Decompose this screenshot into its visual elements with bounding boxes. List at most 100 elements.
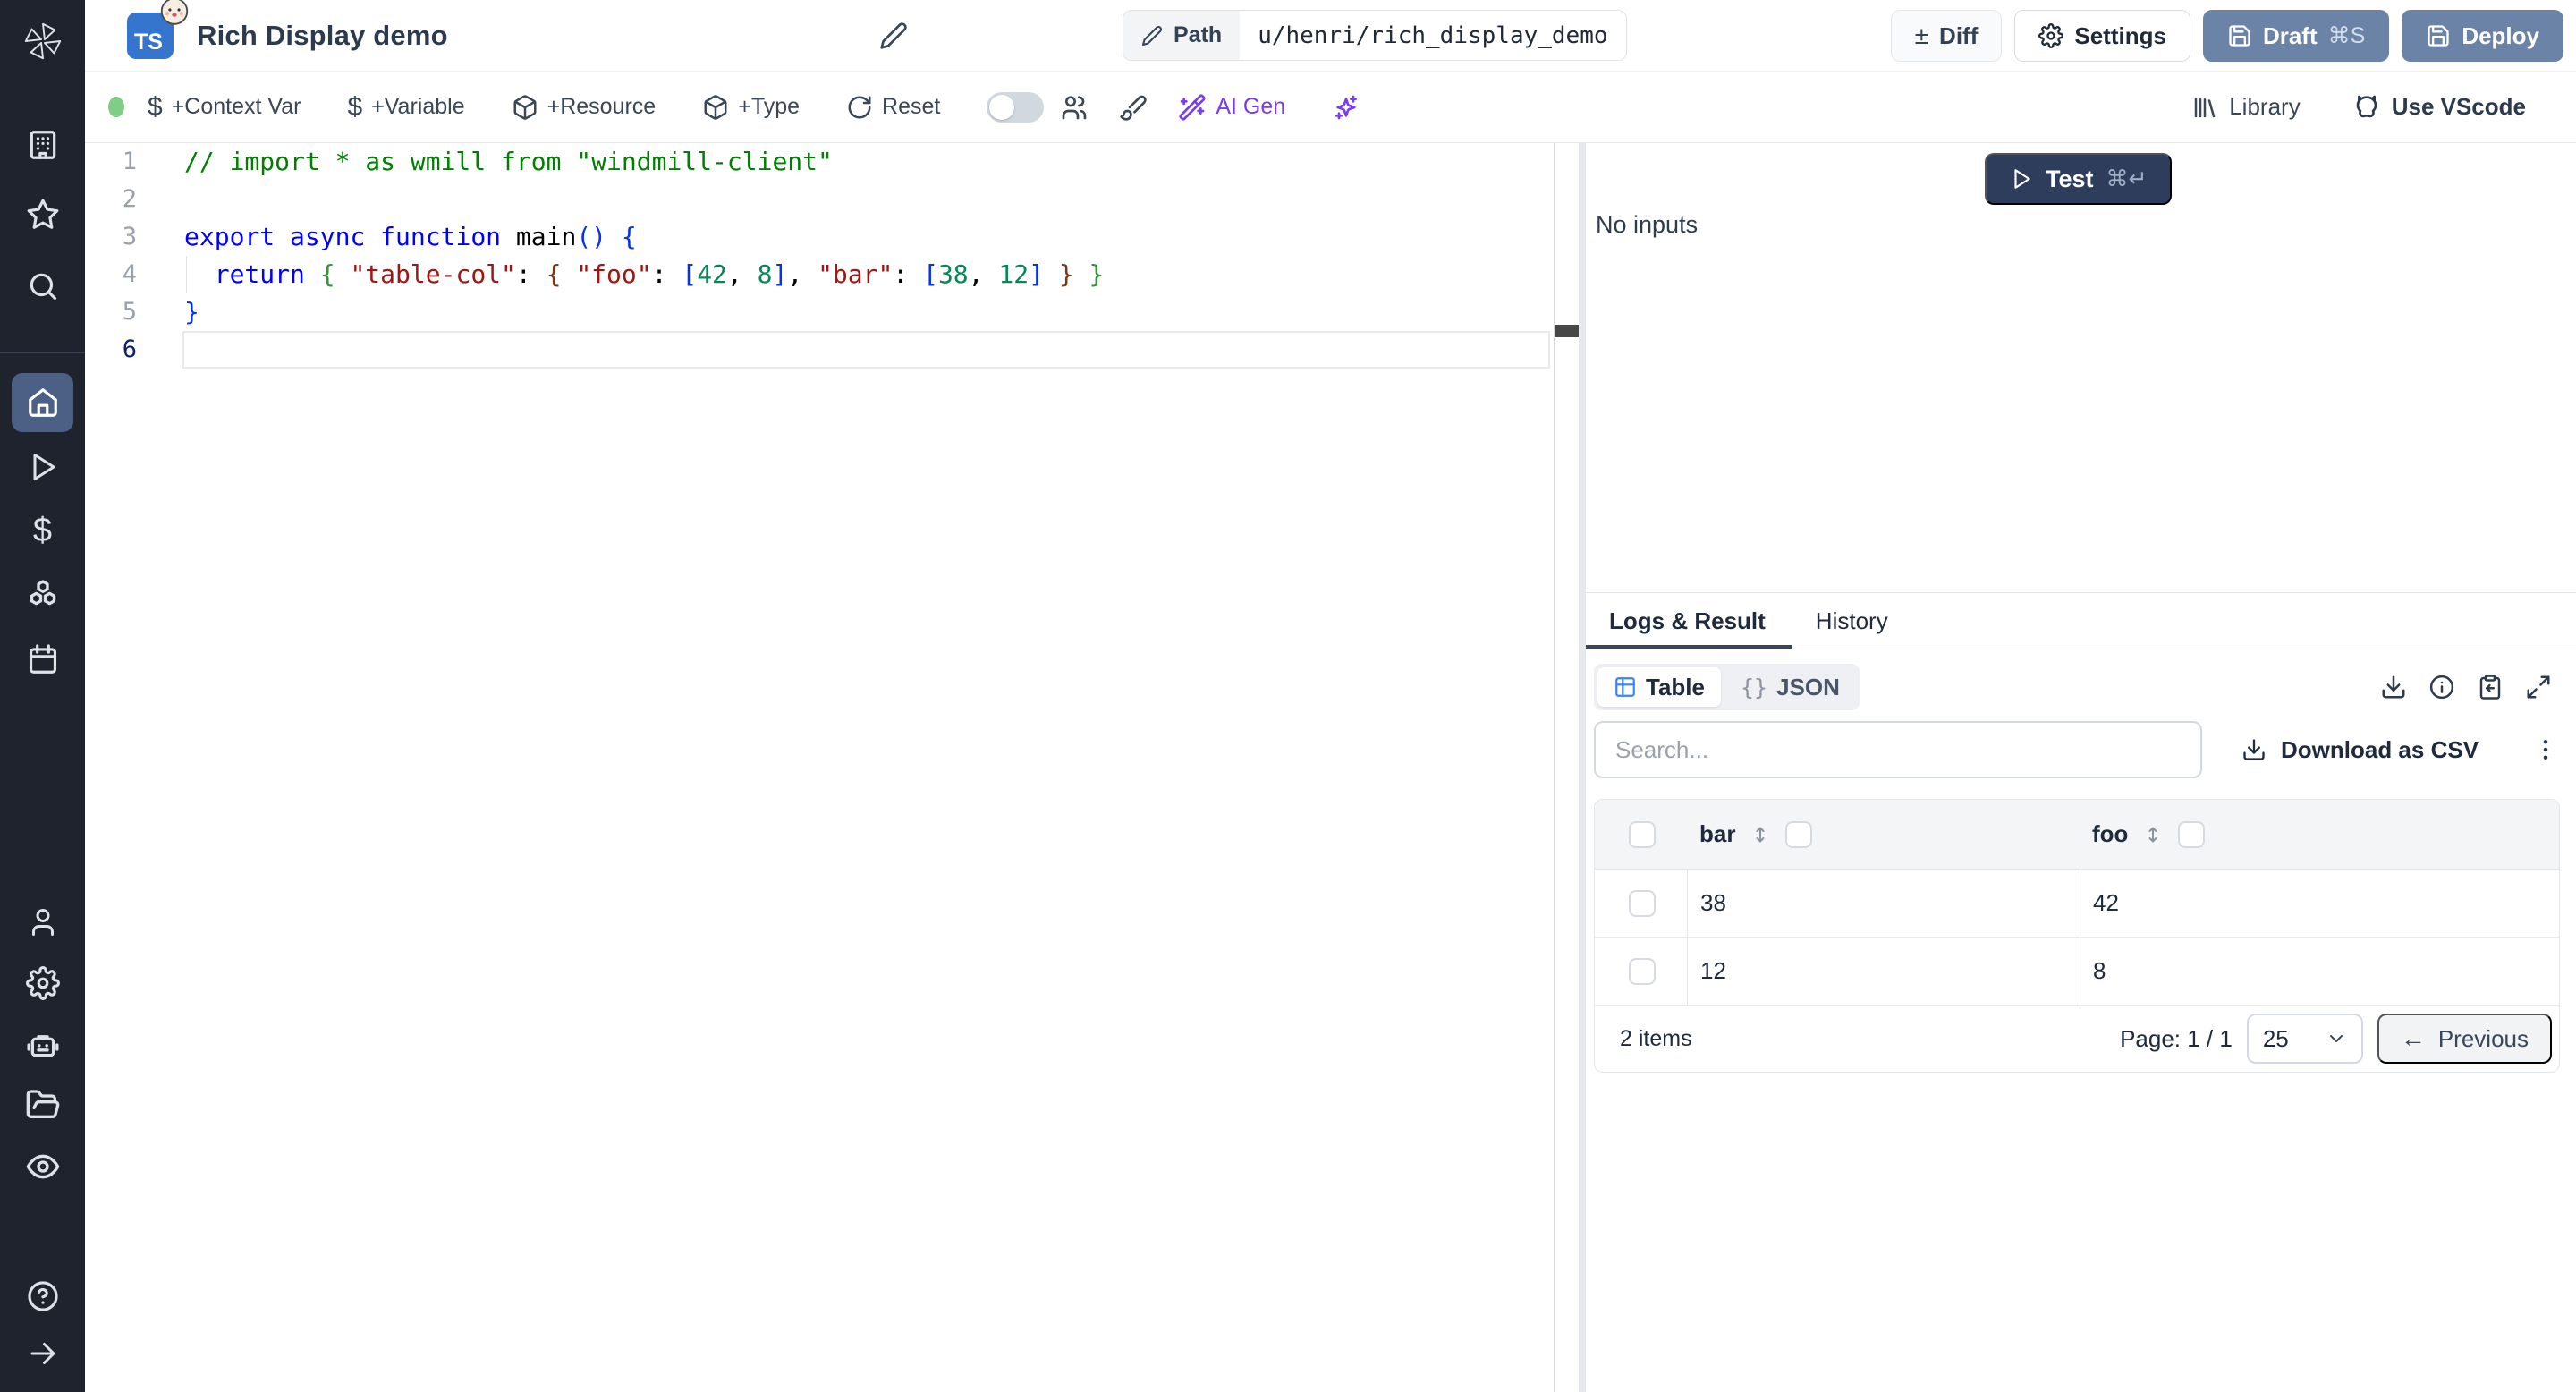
users-icon-button[interactable] xyxy=(1060,93,1089,122)
sidebar-item-runs-play-icon[interactable] xyxy=(0,438,85,496)
add-variable-button[interactable]: $ +Variable xyxy=(347,92,464,123)
view-option-table[interactable]: Table xyxy=(1597,667,1721,707)
library-button[interactable]: Library xyxy=(2191,93,2301,121)
refresh-icon xyxy=(848,96,871,118)
save-icon xyxy=(2229,25,2250,47)
search-icon[interactable] xyxy=(0,258,85,315)
row-checkbox[interactable] xyxy=(1629,957,1656,985)
previous-page-button[interactable]: ← Previous xyxy=(2377,1014,2552,1064)
status-dot xyxy=(108,97,124,117)
sidebar-item-variables-dollar-icon[interactable]: $ xyxy=(0,502,85,559)
page-size-value: 25 xyxy=(2262,1024,2289,1052)
table-cell: 42 xyxy=(2080,870,2559,937)
table-row[interactable]: 12 8 xyxy=(1595,938,2559,1006)
code-line[interactable]: } xyxy=(184,293,1104,331)
code-line[interactable]: export async function main() { xyxy=(184,218,1104,256)
run-mode-toggle[interactable] xyxy=(987,91,1045,123)
tab-history[interactable]: History xyxy=(1792,593,1915,649)
no-inputs-text: No inputs xyxy=(1596,211,1699,238)
sort-icon[interactable] xyxy=(2142,824,2164,845)
add-context-var-button[interactable]: $ +Context Var xyxy=(148,92,301,123)
page-indicator: Page: 1 / 1 xyxy=(2120,1024,2233,1052)
clipboard-copy-icon[interactable] xyxy=(2477,674,2504,700)
add-type-button[interactable]: +Type xyxy=(702,94,800,121)
code-line[interactable] xyxy=(184,181,1104,218)
table-row[interactable]: 38 42 xyxy=(1595,870,2559,938)
edit-title-pencil-icon[interactable] xyxy=(879,21,908,50)
draft-label: Draft xyxy=(2262,21,2318,49)
reset-label: Reset xyxy=(882,94,941,119)
windmill-logo[interactable] xyxy=(0,16,85,66)
download-icon xyxy=(2243,739,2265,760)
select-all-checkbox[interactable] xyxy=(1629,820,1656,848)
mascot-emoji-icon xyxy=(157,0,191,27)
format-brush-button[interactable] xyxy=(1119,93,1148,122)
vscode-icon xyxy=(2356,95,2377,117)
brush-icon xyxy=(1120,95,1148,121)
path-field[interactable]: Path u/henri/rich_display_demo xyxy=(1123,10,1627,61)
diff-button[interactable]: ± Diff xyxy=(1890,10,2003,62)
line-number-gutter: 1 2 3 4 5 6 xyxy=(85,143,149,369)
info-icon[interactable] xyxy=(2428,674,2455,700)
add-resource-button[interactable]: +Resource xyxy=(512,94,657,121)
reset-button[interactable]: Reset xyxy=(846,94,940,121)
help-icon[interactable] xyxy=(0,1268,85,1325)
line-number: 3 xyxy=(122,223,137,250)
download-icon[interactable] xyxy=(2380,674,2407,700)
favorites-star-icon[interactable] xyxy=(0,186,85,243)
test-button[interactable]: Test ⌘↵ xyxy=(1985,153,2173,205)
expand-icon[interactable] xyxy=(2525,674,2552,700)
sidebar-item-schedules-calendar-icon[interactable] xyxy=(0,631,85,688)
code-lines: // import * as wmill from "windmill-clie… xyxy=(184,143,1104,369)
page-title: Rich Display demo xyxy=(197,20,448,51)
more-options-kebab-icon[interactable] xyxy=(2532,736,2559,763)
json-option-label: JSON xyxy=(1776,673,1840,700)
ai-gen-label: AI Gen xyxy=(1216,94,1286,119)
tab-logs-and-result[interactable]: Logs & Result xyxy=(1586,593,1792,649)
row-checkbox[interactable] xyxy=(1629,889,1656,917)
overview-ruler-scrollbar[interactable] xyxy=(1554,143,1579,1392)
ai-gen-button[interactable]: AI Gen xyxy=(1178,93,1285,122)
download-csv-button[interactable]: Download as CSV xyxy=(2241,736,2479,764)
column-header-foo: foo xyxy=(2092,820,2129,847)
sparkles-button[interactable] xyxy=(1332,93,1360,122)
add-resource-label: +Resource xyxy=(547,94,657,119)
sort-icon[interactable] xyxy=(1750,824,1771,845)
code-line[interactable]: return { "table-col": { "foo": [42, 8], … xyxy=(184,256,1105,293)
sidebar-item-workers-robot-icon[interactable] xyxy=(0,1016,85,1074)
sidebar-item-home[interactable] xyxy=(12,373,73,432)
search-input[interactable] xyxy=(1594,721,2202,778)
test-shortcut: ⌘↵ xyxy=(2106,166,2148,191)
previous-label: Previous xyxy=(2437,1024,2529,1052)
settings-button[interactable]: Settings xyxy=(2014,10,2190,62)
sidebar-item-settings-gear-icon[interactable] xyxy=(0,955,85,1012)
expand-sidebar-arrow-icon[interactable] xyxy=(0,1325,85,1382)
result-action-icons xyxy=(2380,674,2568,700)
column-toggle-checkbox[interactable] xyxy=(1785,820,1813,848)
users-icon xyxy=(1063,95,1087,119)
sidebar-item-users-icon[interactable] xyxy=(0,894,85,951)
line-number: 5 xyxy=(122,298,137,326)
sidebar-item-audit-eye-icon[interactable] xyxy=(0,1138,85,1195)
magic-wand-icon xyxy=(1179,93,1206,121)
toggle-knob xyxy=(989,94,1015,120)
braces-icon: {} xyxy=(1740,674,1768,700)
code-editor[interactable]: 1 2 3 4 5 6 // import * as wmill from "windmi… xyxy=(85,143,1579,1392)
sidebar-item-resources-cubes-icon[interactable] xyxy=(0,566,85,624)
code-line[interactable]: // import * as wmill from "windmill-clie… xyxy=(184,143,1104,181)
use-vscode-button[interactable]: Use VScode xyxy=(2352,93,2526,122)
deploy-button[interactable]: Deploy xyxy=(2402,10,2563,62)
pagination: Page: 1 / 1 25 ← Previous xyxy=(2120,1014,2552,1064)
diff-label: Diff xyxy=(1939,21,1979,49)
page-size-select[interactable]: 25 xyxy=(2246,1014,2363,1064)
view-option-json[interactable]: {} JSON xyxy=(1724,667,1856,707)
table-search-row: Download as CSV xyxy=(1594,721,2568,778)
panel-resize-handle[interactable] xyxy=(1579,143,1586,1392)
column-toggle-checkbox[interactable] xyxy=(2178,820,2206,848)
code-line[interactable] xyxy=(184,331,1104,369)
table-cell: 12 xyxy=(1687,938,2080,1005)
draft-button[interactable]: Draft ⌘S xyxy=(2202,10,2390,62)
sidebar-item-folders-icon[interactable] xyxy=(0,1076,85,1133)
run-and-result-panel: Test ⌘↵ No inputs Logs & Result History … xyxy=(1586,143,2576,1392)
workspace-building-icon[interactable] xyxy=(0,116,85,174)
